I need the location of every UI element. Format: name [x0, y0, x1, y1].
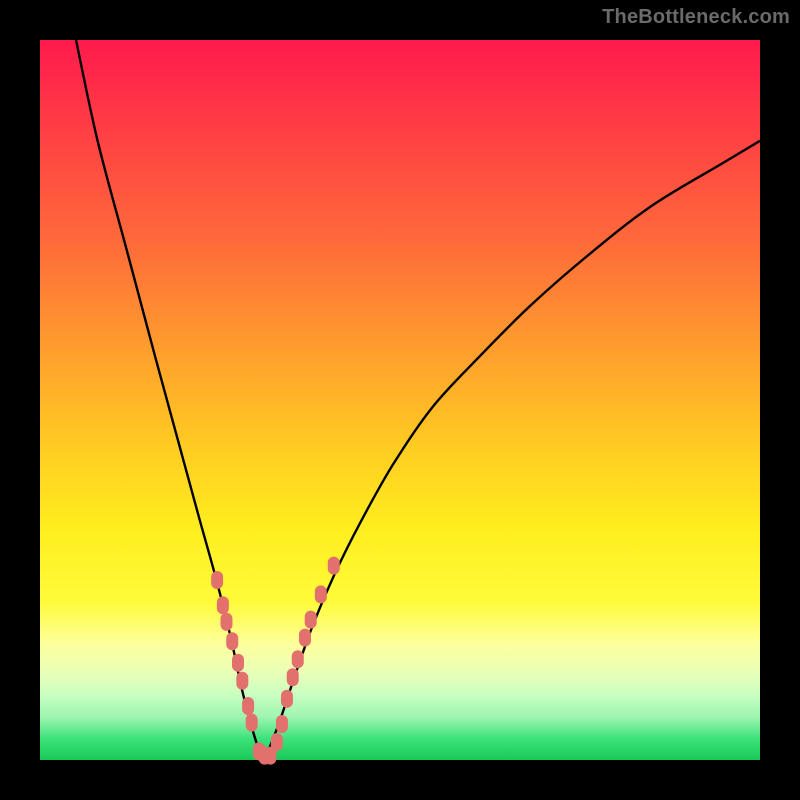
chart-svg — [40, 40, 760, 760]
data-marker — [299, 629, 311, 647]
data-marker — [292, 650, 304, 668]
data-marker — [220, 613, 232, 631]
data-marker — [211, 571, 223, 589]
data-marker — [281, 690, 293, 708]
data-marker — [276, 715, 288, 733]
data-marker — [328, 557, 340, 575]
data-marker — [287, 668, 299, 686]
data-marker — [271, 733, 283, 751]
data-marker — [217, 596, 229, 614]
data-markers — [211, 557, 340, 765]
data-marker — [226, 632, 238, 650]
watermark-label: TheBottleneck.com — [602, 6, 790, 29]
data-marker — [242, 697, 254, 715]
data-marker — [315, 585, 327, 603]
data-marker — [246, 714, 258, 732]
data-marker — [232, 654, 244, 672]
chart-frame: TheBottleneck.com — [0, 0, 800, 800]
bottleneck-curve — [76, 40, 760, 755]
data-marker — [236, 672, 248, 690]
data-marker — [305, 611, 317, 629]
chart-plot-area — [40, 40, 760, 760]
